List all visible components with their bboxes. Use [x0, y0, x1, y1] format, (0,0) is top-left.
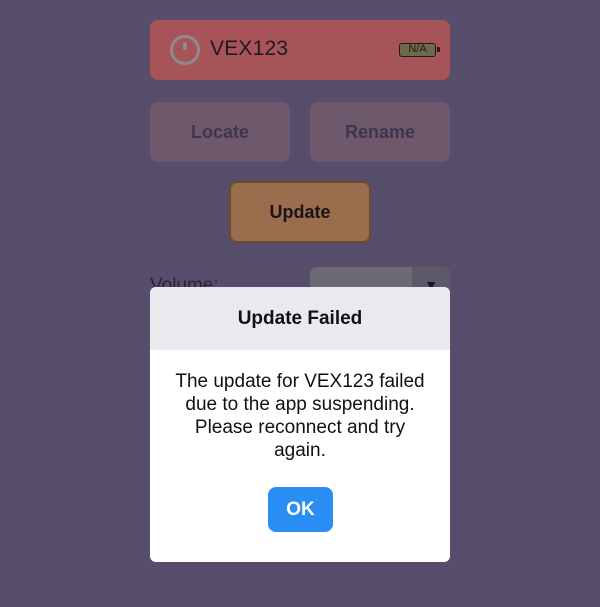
battery-icon: N/A [399, 43, 440, 57]
power-ring-icon [170, 35, 200, 65]
rename-button[interactable]: Rename [310, 102, 450, 162]
dialog-title: Update Failed [150, 287, 450, 350]
ok-button[interactable]: OK [268, 487, 333, 532]
device-name: VEX123 [210, 37, 289, 60]
update-button[interactable]: Update [229, 181, 371, 243]
dialog-message: The update for VEX123 failed due to the … [175, 371, 425, 461]
battery-label: N/A [408, 43, 427, 55]
device-status-bar[interactable]: VEX123 N/A [150, 20, 450, 80]
update-failed-dialog: Update Failed The update for VEX123 fail… [150, 287, 450, 562]
app-screen: VEX123 N/A Locate Rename Update Volume: … [0, 0, 600, 607]
locate-button[interactable]: Locate [150, 102, 290, 162]
